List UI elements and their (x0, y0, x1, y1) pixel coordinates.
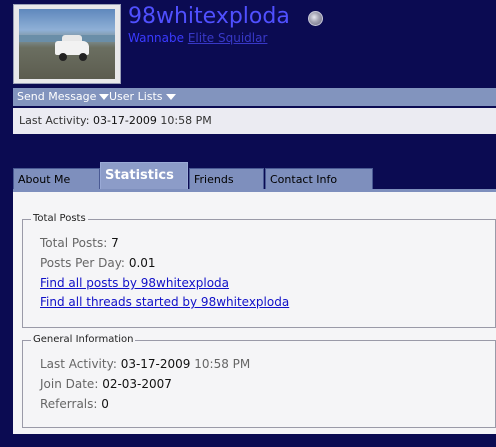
tab-friends-label: Friends (194, 173, 234, 186)
general-last-activity-time: 10:58 PM (194, 357, 251, 371)
send-message-label: Send Message (17, 90, 97, 103)
referrals-value: 0 (101, 397, 109, 411)
general-last-activity-row: Last Activity: 03-17-2009 10:58 PM (40, 357, 250, 371)
chevron-down-icon (99, 93, 110, 100)
last-activity-date: 03-17-2009 (92, 114, 157, 127)
find-all-posts-link[interactable]: Find all posts by 98whitexploda (40, 276, 229, 290)
tab-friends[interactable]: Friends (189, 168, 264, 190)
statistics-panel: Total Posts Total Posts: 7 Posts Per Day… (13, 192, 496, 434)
general-information-legend: General Information (31, 334, 136, 345)
general-last-activity-label: Last Activity: (40, 357, 117, 371)
total-posts-legend: Total Posts (31, 213, 88, 224)
tab-statistics[interactable]: Statistics (100, 162, 188, 192)
user-lists-button[interactable]: User Lists (109, 90, 176, 103)
tab-about-me[interactable]: About Me (13, 168, 100, 190)
avatar-frame (13, 4, 121, 84)
user-title: Wannabe Elite Squidlar (128, 31, 267, 45)
posts-per-day-row: Posts Per Day: 0.01 (40, 256, 156, 270)
referrals-label: Referrals: (40, 397, 98, 411)
user-title-prefix: Wannabe (128, 31, 185, 45)
total-posts-label: Total Posts: (40, 236, 108, 250)
user-lists-label: User Lists (109, 90, 163, 103)
chevron-down-icon (165, 93, 176, 100)
general-information-fieldset: General Information Last Activity: 03-17… (22, 334, 496, 428)
last-activity-label: Last Activity: (19, 114, 90, 127)
total-posts-fieldset: Total Posts Total Posts: 7 Posts Per Day… (22, 213, 496, 328)
join-date-label: Join Date: (40, 377, 99, 391)
general-last-activity-date: 03-17-2009 (120, 357, 191, 371)
join-date-value: 02-03-2007 (102, 377, 172, 391)
tab-about-me-label: About Me (18, 173, 71, 186)
posts-per-day-value: 0.01 (128, 256, 156, 270)
find-all-threads-link[interactable]: Find all threads started by 98whitexplod… (40, 295, 289, 309)
tab-contact-info[interactable]: Contact Info (265, 168, 373, 190)
join-date-row: Join Date: 02-03-2007 (40, 377, 172, 391)
posts-per-day-label: Posts Per Day: (40, 256, 125, 270)
avatar[interactable] (19, 9, 115, 79)
last-activity-bar: Last Activity: 03-17-2009 10:58 PM (13, 108, 496, 134)
tab-contact-info-label: Contact Info (270, 173, 338, 186)
total-posts-value: 7 (111, 236, 119, 250)
online-status-icon (308, 11, 323, 26)
username: 98whitexploda (128, 4, 290, 29)
referrals-row: Referrals: 0 (40, 397, 109, 411)
tab-statistics-label: Statistics (105, 168, 174, 183)
user-title-link[interactable]: Elite Squidlar (188, 31, 268, 45)
total-posts-row: Total Posts: 7 (40, 236, 119, 250)
action-bar: Send Message User Lists (13, 88, 496, 106)
last-activity-time: 10:58 PM (160, 114, 212, 127)
send-message-button[interactable]: Send Message (17, 90, 110, 103)
